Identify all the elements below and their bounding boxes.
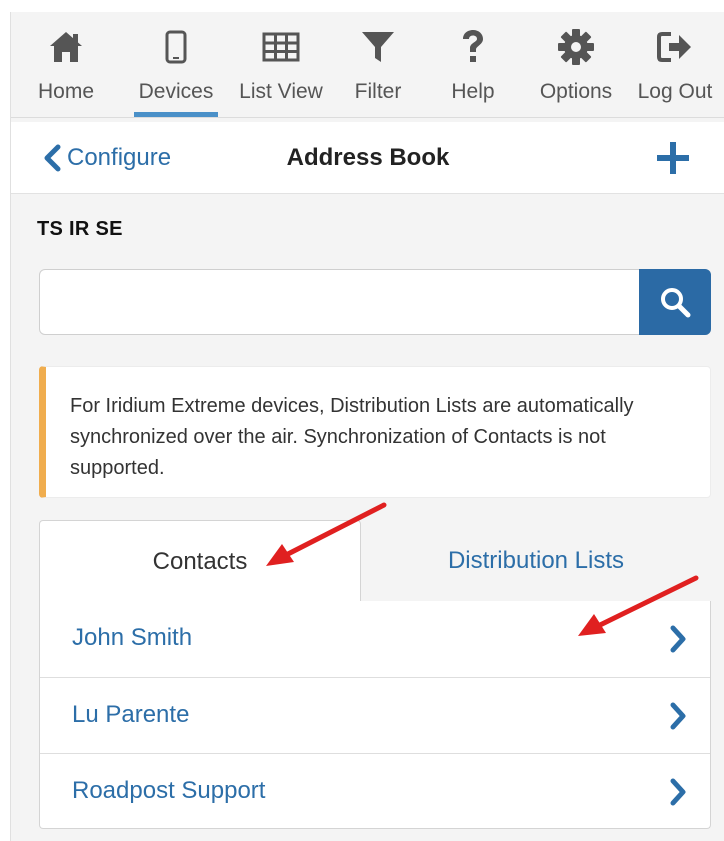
toolbar-list-view-label: List View	[239, 80, 323, 103]
page-header: Configure Address Book	[11, 122, 724, 194]
contact-name: John Smith	[72, 624, 193, 651]
contact-row-lu-parente[interactable]: Lu Parente	[40, 677, 710, 753]
contact-row-john-smith[interactable]: John Smith	[40, 601, 710, 677]
gear-icon	[556, 26, 596, 68]
tab-contacts[interactable]: Contacts	[39, 520, 361, 602]
toolbar-devices-label: Devices	[138, 80, 214, 103]
address-book-tabs: Contacts Distribution Lists	[39, 520, 711, 602]
search-bar	[39, 269, 711, 335]
sign-out-icon	[655, 26, 695, 68]
question-mark-icon	[453, 26, 493, 68]
page-title: Address Book	[286, 144, 450, 171]
toolbar-help-button[interactable]: Help	[437, 20, 509, 112]
device-name-heading: TS IR SE	[37, 218, 123, 240]
toolbar-filter-button[interactable]: Filter	[341, 20, 415, 112]
toolbar-logout-button[interactable]: Log Out	[629, 20, 721, 112]
toolbar-list-view-button[interactable]: List View	[229, 20, 333, 112]
tab-contacts-label: Contacts	[152, 547, 248, 575]
mobile-device-icon	[156, 26, 196, 68]
toolbar-options-button[interactable]: Options	[529, 20, 623, 112]
toolbar-options-label: Options	[539, 80, 613, 103]
chevron-right-icon	[670, 778, 686, 806]
sync-notice-text: For Iridium Extreme devices, Distributio…	[70, 395, 634, 479]
tab-distribution-lists[interactable]: Distribution Lists	[361, 520, 711, 602]
search-button[interactable]	[639, 269, 711, 335]
toolbar-home-button[interactable]: Home	[25, 20, 107, 112]
active-tab-indicator	[134, 112, 218, 117]
sync-notice-box: For Iridium Extreme devices, Distributio…	[39, 366, 711, 498]
tab-distribution-lists-label: Distribution Lists	[447, 546, 625, 574]
chevron-right-icon	[670, 625, 686, 653]
chevron-right-icon	[670, 702, 686, 730]
toolbar-filter-label: Filter	[354, 80, 402, 103]
toolbar-help-label: Help	[451, 80, 495, 103]
filter-funnel-icon	[358, 26, 398, 68]
contact-row-roadpost-support[interactable]: Roadpost Support	[40, 753, 710, 829]
search-input[interactable]	[40, 270, 640, 334]
top-toolbar: Home Devices List View Filter Help Optio…	[11, 12, 724, 118]
contact-name: Lu Parente	[72, 701, 190, 728]
contact-name: Roadpost Support	[72, 777, 266, 804]
app-window: Home Devices List View Filter Help Optio…	[10, 12, 724, 841]
search-icon	[661, 288, 691, 318]
plus-icon	[657, 142, 689, 174]
add-contact-button[interactable]	[653, 138, 693, 178]
home-icon	[46, 26, 86, 68]
contact-list: John Smith Lu Parente Roadpost Support	[39, 601, 711, 829]
toolbar-home-label: Home	[37, 80, 95, 103]
grid-table-icon	[261, 26, 301, 68]
toolbar-devices-button[interactable]: Devices	[129, 20, 223, 117]
toolbar-logout-label: Log Out	[637, 80, 713, 103]
